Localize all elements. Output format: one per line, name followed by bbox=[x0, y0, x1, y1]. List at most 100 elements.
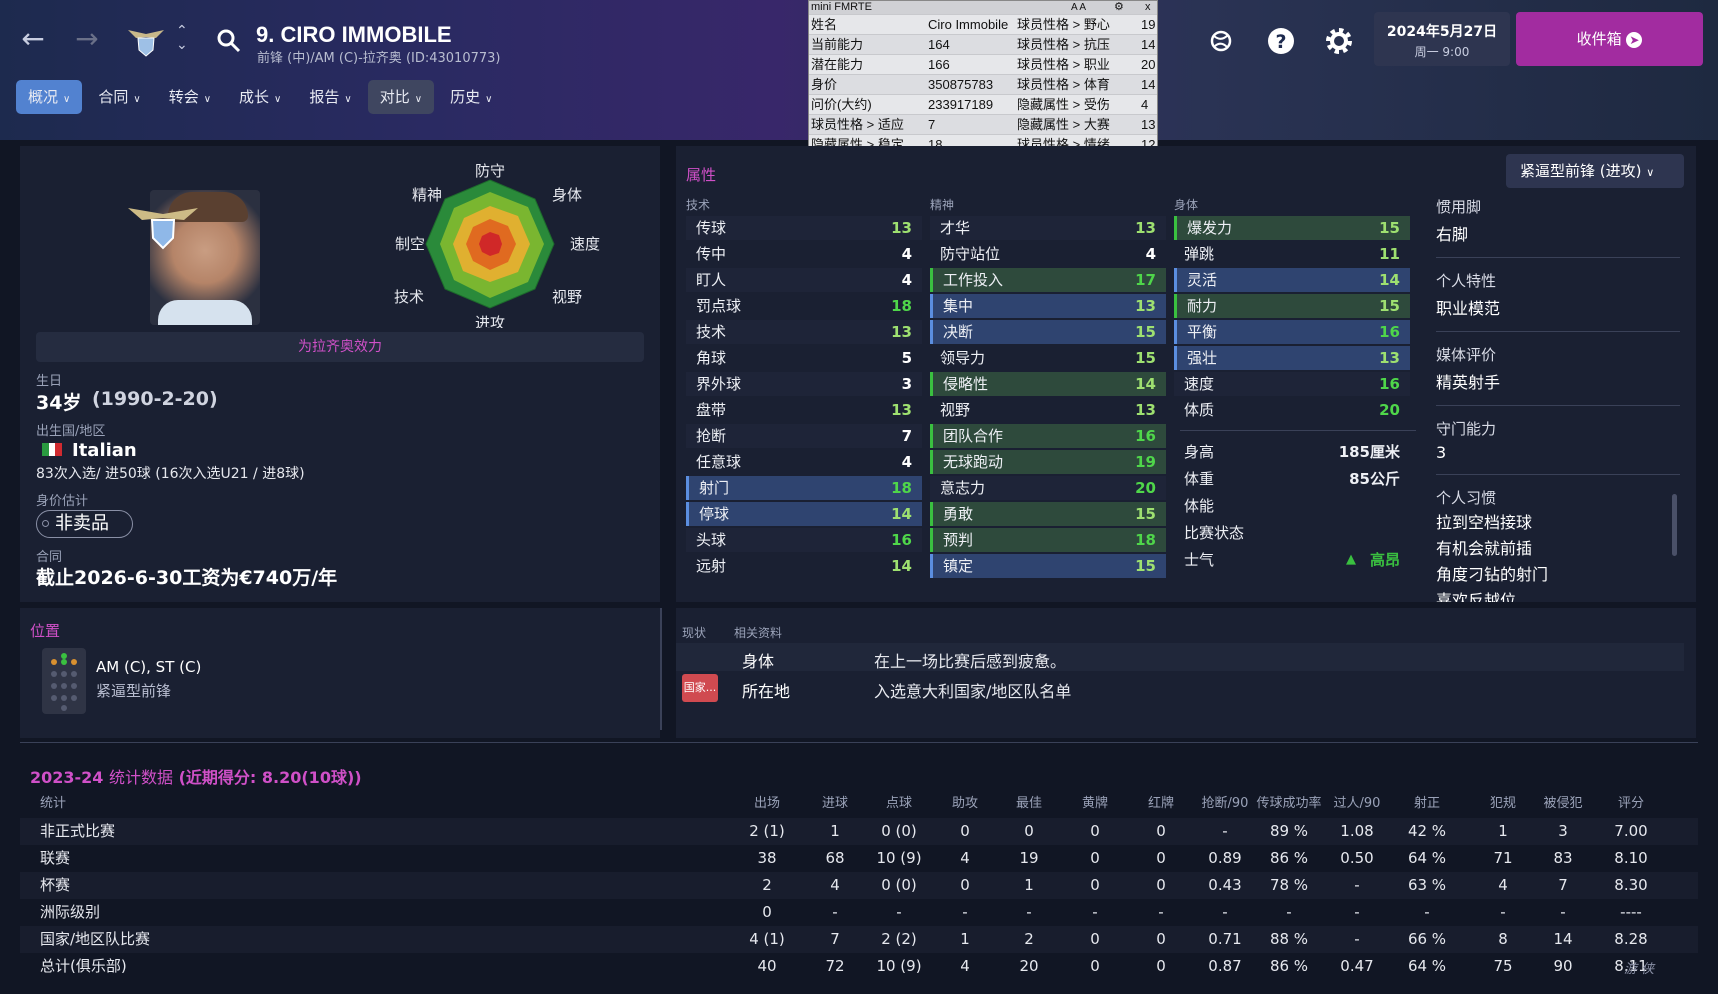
attribute-row-technical[interactable]: 盘带 13 bbox=[686, 398, 922, 422]
attribute-row-mental[interactable]: 团队合作 16 bbox=[930, 424, 1166, 448]
attribute-row-technical[interactable]: 角球 5 bbox=[686, 346, 922, 370]
attribute-row-technical[interactable]: 停球 14 bbox=[686, 502, 922, 526]
stats-row[interactable]: 总计(俱乐部) 40 72 10 (9) 4 20 0 0 0.87 86 % 0.47 64 % 75… bbox=[20, 953, 1698, 980]
attribute-row-mental[interactable]: 才华 13 bbox=[930, 216, 1166, 240]
attribute-row-technical[interactable]: 远射 14 bbox=[686, 554, 922, 578]
tab-overview[interactable]: 概况 ∨ bbox=[16, 80, 83, 114]
chevron-updown-icon[interactable]: ⌃ ⌄ bbox=[176, 24, 188, 52]
attribute-name: 平衡 bbox=[1187, 323, 1218, 341]
attribute-row-mental[interactable]: 防守站位 4 bbox=[930, 242, 1166, 266]
inbox-button[interactable]: 收件箱 ➤ bbox=[1516, 12, 1703, 66]
stats-cell: 64 % bbox=[1407, 957, 1447, 975]
attribute-row-physical[interactable]: 体质 20 bbox=[1174, 398, 1410, 422]
attributes-title: 属性 bbox=[686, 166, 717, 184]
stats-row[interactable]: 杯赛 2 4 0 (0) 0 1 0 0 0.43 78 % -63 % 4 7 8.30 bbox=[20, 872, 1698, 899]
search-icon[interactable] bbox=[216, 28, 242, 54]
attribute-row-technical[interactable]: 界外球 3 bbox=[686, 372, 922, 396]
role-dropdown[interactable]: 紧逼型前锋 (进攻) ∨ bbox=[1506, 154, 1684, 188]
forward-arrow-icon[interactable]: → bbox=[70, 22, 104, 56]
gear-icon[interactable] bbox=[1320, 22, 1358, 60]
tab-related[interactable]: 相关资料 bbox=[734, 624, 782, 641]
stats-row[interactable]: 非正式比赛 2 (1) 1 0 (0) 0 0 0 0-89 % 1.08 42 % 1 3 7.00 bbox=[20, 818, 1698, 845]
attribute-row-physical[interactable]: 强壮 13 bbox=[1174, 346, 1410, 370]
attribute-row-physical[interactable]: 弹跳 11 bbox=[1174, 242, 1410, 266]
stats-cell: 20 bbox=[1019, 957, 1039, 975]
close-icon[interactable]: x bbox=[1145, 1, 1151, 14]
attribute-row-mental[interactable]: 无球跑动 19 bbox=[930, 450, 1166, 474]
habits-scrollbar[interactable] bbox=[1672, 494, 1677, 556]
attribute-row-technical[interactable]: 盯人 4 bbox=[686, 268, 922, 292]
habits-list[interactable]: 拉到空档接球 有机会就前插 角度刁钻的射门 喜欢反越位 bbox=[1436, 510, 1680, 602]
tab-compare[interactable]: 对比 ∨ bbox=[367, 80, 435, 114]
attribute-value: 18 bbox=[891, 479, 912, 497]
attribute-row-technical[interactable]: 传中 4 bbox=[686, 242, 922, 266]
attribute-row-technical[interactable]: 头球 16 bbox=[686, 528, 922, 552]
attribute-row-mental[interactable]: 工作投入 17 bbox=[930, 268, 1166, 292]
stats-cell: - bbox=[896, 903, 902, 921]
attribute-row-technical[interactable]: 传球 13 bbox=[686, 216, 922, 240]
stats-row[interactable]: 联赛 38 68 10 (9) 4 19 0 0 0.89 86 % 0.50 64 % 71 83 8.1… bbox=[20, 845, 1698, 872]
attribute-row-technical[interactable]: 射门 18 bbox=[686, 476, 922, 500]
role-dropdown-label: 紧逼型前锋 (进攻) bbox=[1520, 162, 1642, 180]
back-arrow-icon[interactable]: ← bbox=[16, 22, 50, 56]
attribute-row-mental[interactable]: 意志力 20 bbox=[930, 476, 1166, 500]
tab-history[interactable]: 历史 ∨ bbox=[438, 80, 504, 114]
attribute-row-mental[interactable]: 侵略性 14 bbox=[930, 372, 1166, 396]
nation-value[interactable]: Italian bbox=[72, 440, 137, 461]
stats-cell: 总计(俱乐部) bbox=[40, 957, 127, 975]
attribute-row-physical[interactable]: 爆发力 15 bbox=[1174, 216, 1410, 240]
mini-fmrte-row: 姓名 Ciro Immobile 球员性格 > 野心 19 bbox=[809, 14, 1157, 34]
attribute-name: 体质 bbox=[1184, 401, 1215, 419]
globe-icon[interactable] bbox=[1202, 22, 1240, 60]
tab-status[interactable]: 现状 bbox=[682, 624, 706, 641]
stats-cell: 7 bbox=[1558, 876, 1568, 894]
mini-fmrte-row: 球员性格 > 适应 7 隐藏属性 > 大赛 13 bbox=[809, 114, 1157, 134]
media-label: 媒体评价 bbox=[1436, 346, 1497, 364]
stats-cell: 0 bbox=[1156, 849, 1166, 867]
attribute-row-mental[interactable]: 预判 18 bbox=[930, 528, 1166, 552]
national-team-tag: 国家... bbox=[682, 674, 718, 702]
attribute-row-physical[interactable]: 速度 16 bbox=[1174, 372, 1410, 396]
attribute-value: 15 bbox=[1135, 349, 1156, 367]
attribute-row-mental[interactable]: 决断 15 bbox=[930, 320, 1166, 344]
font-size-controls[interactable]: A A bbox=[1071, 1, 1086, 14]
attribute-row-mental[interactable]: 视野 13 bbox=[930, 398, 1166, 422]
attribute-row-technical[interactable]: 抢断 7 bbox=[686, 424, 922, 448]
attribute-row-mental[interactable]: 集中 13 bbox=[930, 294, 1166, 318]
attribute-row-physical[interactable]: 灵活 14 bbox=[1174, 268, 1410, 292]
gear-icon[interactable]: ⚙ bbox=[1114, 1, 1124, 14]
radar-label-speed: 速度 bbox=[570, 235, 600, 253]
attribute-name: 技术 bbox=[696, 323, 727, 341]
attribute-row-mental[interactable]: 镇定 15 bbox=[930, 554, 1166, 578]
team-banner[interactable]: 为拉齐奥效力 bbox=[36, 332, 644, 362]
tab-development[interactable]: 成长 ∨ bbox=[227, 80, 293, 114]
chevron-down-icon: ∨ bbox=[485, 94, 493, 105]
chevron-down-icon: ∨ bbox=[63, 94, 71, 105]
attribute-row-technical[interactable]: 罚点球 18 bbox=[686, 294, 922, 318]
stats-cell: 杯赛 bbox=[40, 876, 71, 894]
italy-flag-icon bbox=[42, 443, 62, 456]
stats-row[interactable]: 洲际级别 0- - - - - - - - - - - - ---- bbox=[20, 899, 1698, 926]
attribute-row-physical[interactable]: 平衡 16 bbox=[1174, 320, 1410, 344]
mini-fmrte-window[interactable]: mini FMRTE A A ⚙ x 姓名 Ciro Immobile 球员性格 >… bbox=[808, 0, 1158, 156]
stats-form: (近期得分: 8.20(10球)) bbox=[178, 768, 362, 787]
stats-cell: 8.28 bbox=[1614, 930, 1648, 948]
tab-transfer[interactable]: 转会 ∨ bbox=[157, 80, 223, 114]
tab-contract[interactable]: 合同 ∨ bbox=[86, 80, 152, 114]
attribute-row-mental[interactable]: 勇敢 15 bbox=[930, 502, 1166, 526]
physical-info-row: 体重 85公斤 bbox=[1174, 467, 1410, 491]
attribute-row-mental[interactable]: 领导力 15 bbox=[930, 346, 1166, 370]
stats-cell: 0 bbox=[960, 822, 970, 840]
stats-row[interactable]: 国家/地区队比赛 4 (1) 7 2 (2) 1 2 0 0 0.71 88 % -66 % 8 14 8… bbox=[20, 926, 1698, 953]
help-icon[interactable]: ? bbox=[1262, 22, 1300, 60]
attribute-value: 18 bbox=[1135, 531, 1156, 549]
attribute-row-physical[interactable]: 耐力 15 bbox=[1174, 294, 1410, 318]
attribute-row-technical[interactable]: 任意球 4 bbox=[686, 450, 922, 474]
mini-fmrte-cell: 19 bbox=[1141, 17, 1156, 32]
date-display[interactable]: 2024年5月27日 周一 9:00 bbox=[1374, 12, 1510, 66]
tab-reports[interactable]: 报告 ∨ bbox=[297, 80, 363, 114]
attribute-name: 射门 bbox=[699, 479, 730, 497]
inbox-label: 收件箱 bbox=[1576, 30, 1622, 48]
stats-header-row: 统计 出场 进球 点球 助攻 最佳 黄牌 红牌 抢断/90 传球成功率 过人/90 射正 犯规 被侵犯 评分 bbox=[20, 790, 1698, 817]
attribute-row-technical[interactable]: 技术 13 bbox=[686, 320, 922, 344]
